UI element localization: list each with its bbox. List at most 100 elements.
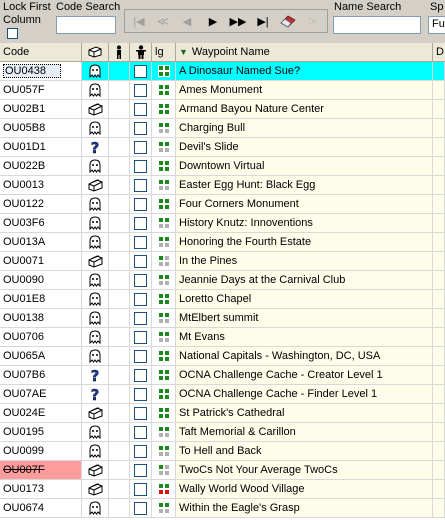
table-row[interactable]: OU0674 Within the Eagle's Grasp [0,499,445,518]
waypoint-code-cell[interactable]: OU02B1 [0,100,82,119]
table-row[interactable]: OU065A National Capitals - Washington, DC… [0,347,445,366]
table-row[interactable]: OU024E St Patrick's Cathedral [0,404,445,423]
table-row[interactable]: OU013A Honoring the Fourth Estate [0,233,445,252]
waypoint-name-cell[interactable]: MtElbert summit [176,309,433,328]
row-checkbox[interactable] [134,121,147,135]
next-page-icon[interactable]: ▶▶ [227,12,249,30]
row-checkbox[interactable] [134,292,147,306]
pointing-hand-icon[interactable]: ☞ [302,12,324,30]
table-row[interactable]: OU0138 MtElbert summit [0,309,445,328]
waypoint-code-cell[interactable]: OU0438 [0,62,82,81]
row-checkbox[interactable] [134,425,147,439]
prior-page-icon[interactable]: ≪ [152,12,174,30]
table-row[interactable]: OU0173 Wally World Wood Village [0,480,445,499]
row-checkbox[interactable] [134,368,147,382]
waypoint-code-cell[interactable]: OU013A [0,233,82,252]
waypoint-name-cell[interactable]: Easter Egg Hunt: Black Egg [176,176,433,195]
waypoint-code-cell[interactable]: OU01D1 [0,138,82,157]
code-search-input[interactable] [56,16,116,34]
waypoint-name-cell[interactable]: Devil's Slide [176,138,433,157]
row-checkbox[interactable] [134,64,147,78]
row-checkbox[interactable] [134,444,147,458]
waypoint-name-cell[interactable]: Downtown Virtual [176,157,433,176]
waypoint-code-cell[interactable]: OU0195 [0,423,82,442]
table-row[interactable]: OU05B8 Charging Bull [0,119,445,138]
waypoint-code-cell[interactable]: OU0013 [0,176,82,195]
row-checkbox[interactable] [134,463,147,477]
row-checkbox[interactable] [134,482,147,496]
row-checkbox[interactable] [134,273,147,287]
waypoint-code-cell[interactable]: OU0706 [0,328,82,347]
waypoint-name-cell[interactable]: Honoring the Fourth Estate [176,233,433,252]
table-row[interactable]: OU01E8 Loretto Chapel [0,290,445,309]
row-checkbox[interactable] [134,311,147,325]
waypoint-name-cell[interactable]: Loretto Chapel [176,290,433,309]
waypoint-code-cell[interactable]: OU01E8 [0,290,82,309]
waypoint-code-cell[interactable]: OU0099 [0,442,82,461]
row-checkbox[interactable] [134,387,147,401]
table-row[interactable]: OU07B6? OCNA Challenge Cache - Creator Le… [0,366,445,385]
row-checkbox[interactable] [134,406,147,420]
table-row[interactable]: OU0195 Taft Memorial & Carillon [0,423,445,442]
waypoint-code-cell[interactable]: OU0674 [0,499,82,518]
table-row[interactable]: OU01D1? Devil's Slide [0,138,445,157]
header-d[interactable]: D [433,43,445,61]
waypoint-name-cell[interactable]: Mt Evans [176,328,433,347]
waypoint-name-cell[interactable]: Jeannie Days at the Carnival Club [176,271,433,290]
table-row[interactable]: OU0071 In the Pines [0,252,445,271]
waypoint-code-cell[interactable]: OU07B6 [0,366,82,385]
table-row[interactable]: OU0122 Four Corners Monument [0,195,445,214]
table-row[interactable]: OU0090 Jeannie Days at the Carnival Club [0,271,445,290]
waypoint-code-cell[interactable]: OU03F6 [0,214,82,233]
waypoint-code-cell[interactable]: OU007F [0,461,82,480]
header-type[interactable] [82,43,109,61]
name-search-input[interactable] [333,16,421,34]
waypoint-name-cell[interactable]: OCNA Challenge Cache - Finder Level 1 [176,385,433,404]
row-checkbox[interactable] [134,501,147,515]
table-row[interactable]: OU0438 A Dinosaur Named Sue? [0,62,445,81]
waypoint-code-cell[interactable]: OU05B8 [0,119,82,138]
last-record-icon[interactable]: ▶| [252,12,274,30]
header-waypoint-name[interactable]: ▼ Waypoint Name [176,43,433,61]
table-row[interactable]: OU007F TwoCs Not Your Average TwoCs [0,461,445,480]
row-checkbox[interactable] [134,159,147,173]
row-checkbox[interactable] [134,216,147,230]
row-checkbox[interactable] [134,330,147,344]
table-row[interactable]: OU022B Downtown Virtual [0,157,445,176]
waypoint-name-cell[interactable]: To Hell and Back [176,442,433,461]
waypoint-code-cell[interactable]: OU0090 [0,271,82,290]
waypoint-code-cell[interactable]: OU022B [0,157,82,176]
waypoint-code-cell[interactable]: OU0122 [0,195,82,214]
lock-first-column-checkbox[interactable] [7,28,18,39]
waypoint-name-cell[interactable]: Taft Memorial & Carillon [176,423,433,442]
waypoint-name-cell[interactable]: A Dinosaur Named Sue? [176,62,433,81]
waypoint-name-cell[interactable]: Wally World Wood Village [176,480,433,499]
row-checkbox[interactable] [134,254,147,268]
waypoint-code-cell[interactable]: OU07AE [0,385,82,404]
header-lg[interactable]: lg [152,43,176,61]
row-checkbox[interactable] [134,178,147,192]
waypoint-name-cell[interactable]: Four Corners Monument [176,195,433,214]
table-row[interactable]: OU0099 To Hell and Back [0,442,445,461]
waypoint-code-cell[interactable]: OU0071 [0,252,82,271]
waypoint-name-cell[interactable]: Charging Bull [176,119,433,138]
waypoint-name-cell[interactable]: Within the Eagle's Grasp [176,499,433,518]
waypoint-code-cell[interactable]: OU0138 [0,309,82,328]
table-row[interactable]: OU02B1 Armand Bayou Nature Center [0,100,445,119]
waypoint-name-cell[interactable]: Ames Monument [176,81,433,100]
waypoint-name-cell[interactable]: OCNA Challenge Cache - Creator Level 1 [176,366,433,385]
header-dnf[interactable] [130,43,152,61]
table-row[interactable]: OU057F Ames Monument [0,81,445,100]
waypoint-code-cell[interactable]: OU024E [0,404,82,423]
table-row[interactable]: OU03F6 History Knutz: Innoventions [0,214,445,233]
next-record-icon[interactable]: ▶ [202,12,224,30]
waypoint-name-cell[interactable]: Armand Bayou Nature Center [176,100,433,119]
sp-select[interactable]: Fu [428,16,445,34]
table-row[interactable]: OU07AE? OCNA Challenge Cache - Finder Lev… [0,385,445,404]
waypoint-name-cell[interactable]: St Patrick's Cathedral [176,404,433,423]
first-record-icon[interactable]: |◀ [128,12,150,30]
waypoint-code-cell[interactable]: OU057F [0,81,82,100]
table-row[interactable]: OU0013 Easter Egg Hunt: Black Egg [0,176,445,195]
row-checkbox[interactable] [134,349,147,363]
waypoint-name-cell[interactable]: History Knutz: Innoventions [176,214,433,233]
